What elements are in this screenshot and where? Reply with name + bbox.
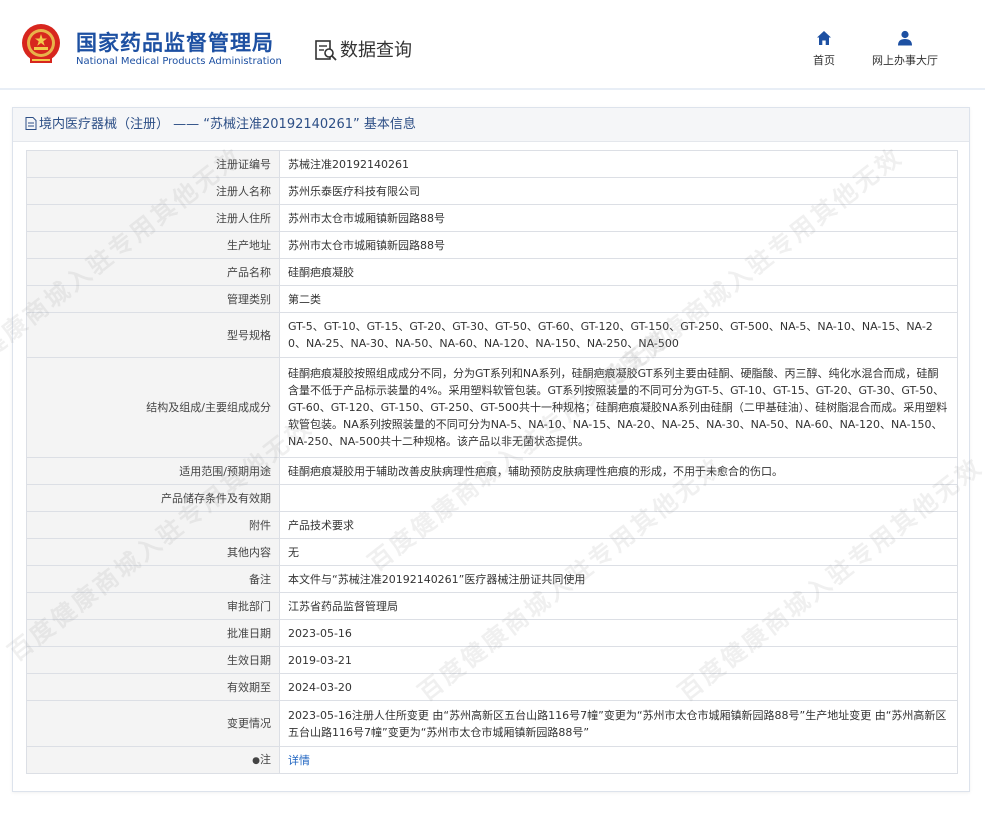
user-icon (898, 30, 912, 46)
device-info-table: 注册证编号 苏械注准20192140261 注册人名称 苏州乐泰医疗科技有限公司 注… (26, 150, 958, 774)
row-value: 苏械注准20192140261 (279, 150, 958, 178)
table-row: 变更情况 2023-05-16注册人住所变更 由“苏州高新区五台山路116号7幢”… (26, 700, 958, 747)
row-key: 注册人名称 (26, 177, 280, 205)
details-link[interactable]: 详情 (288, 754, 310, 767)
table-row: 管理类别 第二类 (26, 285, 958, 313)
row-key: 结构及组成/主要组成成分 (26, 357, 280, 458)
table-row: 产品储存条件及有效期 (26, 484, 958, 512)
row-value: 江苏省药品监督管理局 (279, 592, 958, 620)
org-name-cn: 国家药品监督管理局 (76, 31, 274, 55)
table-row: 注册人住所 苏州市太仓市城厢镇新园路88号 (26, 204, 958, 232)
note-label: 注 (260, 752, 271, 766)
row-value: 2023-05-16 (279, 619, 958, 647)
nav-online-hall[interactable]: 网上办事大厅 (864, 30, 946, 68)
row-key-note: ●注 (26, 746, 280, 774)
national-emblem-icon (22, 24, 60, 63)
row-value: 硅酮疤痕凝胶按照组成成分不同，分为GT系列和NA系列，硅酮疤痕凝胶GT系列主要由… (279, 357, 958, 458)
page-section-title: 数据查询 (340, 40, 412, 61)
table-row: 审批部门 江苏省药品监督管理局 (26, 592, 958, 620)
table-row: 适用范围/预期用途 硅酮疤痕凝胶用于辅助改善皮肤病理性疤痕，辅助预防皮肤病理性疤痕… (26, 457, 958, 485)
row-value: 产品技术要求 (279, 511, 958, 539)
header-divider (0, 88, 985, 90)
org-name-en: National Medical Products Administration (76, 56, 282, 67)
row-value: 2024-03-20 (279, 673, 958, 701)
table-row: 结构及组成/主要组成成分 硅酮疤痕凝胶按照组成成分不同，分为GT系列和NA系列，硅… (26, 357, 958, 458)
row-value (279, 484, 958, 512)
site-header: 国家药品监督管理局 National Medical Products Admi… (0, 0, 985, 88)
table-row: 生产地址 苏州市太仓市城厢镇新园路88号 (26, 231, 958, 259)
table-row-note: ●注 详情 (26, 746, 958, 774)
row-value: 本文件与“苏械注准20192140261”医疗器械注册证共同使用 (279, 565, 958, 593)
row-key: 产品储存条件及有效期 (26, 484, 280, 512)
row-key: 注册人住所 (26, 204, 280, 232)
row-key: 适用范围/预期用途 (26, 457, 280, 485)
table-row: 有效期至 2024-03-20 (26, 673, 958, 701)
row-key: 审批部门 (26, 592, 280, 620)
row-key: 批准日期 (26, 619, 280, 647)
row-key: 型号规格 (26, 312, 280, 358)
detail-panel: 境内医疗器械（注册） —— “苏械注准20192140261” 基本信息 注册证… (12, 107, 970, 792)
table-row: 备注 本文件与“苏械注准20192140261”医疗器械注册证共同使用 (26, 565, 958, 593)
table-row: 其他内容无 (26, 538, 958, 566)
table-row: 附件 产品技术要求 (26, 511, 958, 539)
table-row: 产品名称 硅酮疤痕凝胶 (26, 258, 958, 286)
row-value: 2019-03-21 (279, 646, 958, 674)
row-value: 第二类 (279, 285, 958, 313)
panel-title: 境内医疗器械（注册） —— “苏械注准20192140261” 基本信息 (13, 108, 969, 142)
row-value: 苏州市太仓市城厢镇新园路88号 (279, 204, 958, 232)
row-value: 2023-05-16注册人住所变更 由“苏州高新区五台山路116号7幢”变更为“… (279, 700, 958, 747)
document-icon (25, 117, 37, 130)
row-value: 硅酮疤痕凝胶 (279, 258, 958, 286)
row-key: 附件 (26, 511, 280, 539)
row-key: 产品名称 (26, 258, 280, 286)
nav-home[interactable]: 首页 (804, 30, 844, 68)
row-value: 苏州市太仓市城厢镇新园路88号 (279, 231, 958, 259)
row-key: 其他内容 (26, 538, 280, 566)
row-value: GT-5、GT-10、GT-15、GT-20、GT-30、GT-50、GT-60… (279, 312, 958, 358)
table-row: 型号规格 GT-5、GT-10、GT-15、GT-20、GT-30、GT-50、G… (26, 312, 958, 358)
row-key: 有效期至 (26, 673, 280, 701)
row-key: 生产地址 (26, 231, 280, 259)
row-key: 管理类别 (26, 285, 280, 313)
panel-title-text: 境内医疗器械（注册） —— “苏械注准20192140261” 基本信息 (39, 117, 416, 132)
row-value: 硅酮疤痕凝胶用于辅助改善皮肤病理性疤痕，辅助预防皮肤病理性疤痕的形成，不用于未愈… (279, 457, 958, 485)
data-query-icon (315, 40, 337, 61)
nav-home-label: 首页 (813, 54, 835, 67)
nav-online-hall-label: 网上办事大厅 (872, 54, 938, 67)
row-key: 注册证编号 (26, 150, 280, 178)
row-value-note: 详情 (279, 746, 958, 774)
table-row: 批准日期 2023-05-16 (26, 619, 958, 647)
table-row: 生效日期 2019-03-21 (26, 646, 958, 674)
row-key: 备注 (26, 565, 280, 593)
table-row: 注册人名称 苏州乐泰医疗科技有限公司 (26, 177, 958, 205)
row-key: 变更情况 (26, 700, 280, 747)
row-value: 苏州乐泰医疗科技有限公司 (279, 177, 958, 205)
row-key: 生效日期 (26, 646, 280, 674)
table-row: 注册证编号 苏械注准20192140261 (26, 150, 958, 178)
home-icon (817, 31, 831, 45)
pin-icon: ● (252, 755, 260, 766)
row-value: 无 (279, 538, 958, 566)
